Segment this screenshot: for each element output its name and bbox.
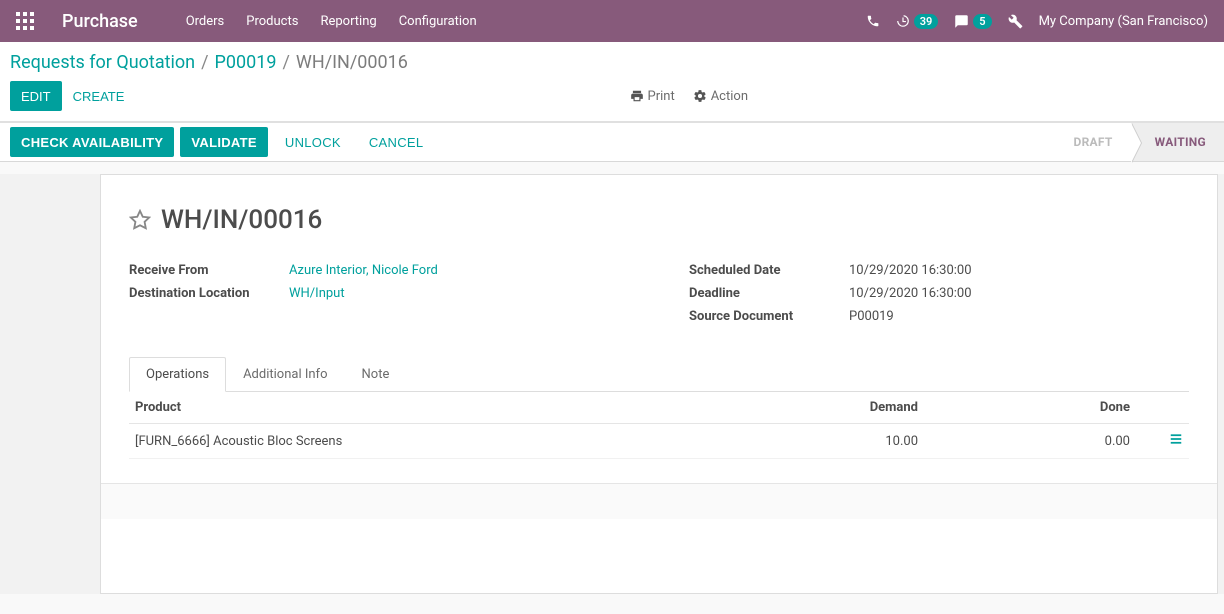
col-done: Done <box>924 392 1136 424</box>
nav-menu-products[interactable]: Products <box>246 14 298 29</box>
apps-icon[interactable] <box>16 12 34 30</box>
nav-menu: Orders Products Reporting Configuration <box>186 14 477 29</box>
breadcrumb-parent[interactable]: P00019 <box>215 52 277 73</box>
debug-icon[interactable] <box>1008 14 1023 29</box>
record-title: WH/IN/00016 <box>161 205 322 235</box>
source-document-value: P00019 <box>849 309 894 324</box>
breadcrumb-sep: / <box>282 52 289 73</box>
messages-badge: 5 <box>973 14 991 29</box>
status-step-waiting[interactable]: WAITING <box>1131 123 1224 161</box>
tab-additional-info[interactable]: Additional Info <box>226 357 344 392</box>
breadcrumb-sep: / <box>201 52 208 73</box>
destination-location-value[interactable]: WH/Input <box>289 286 345 301</box>
print-icon <box>630 89 644 103</box>
app-brand[interactable]: Purchase <box>62 11 138 32</box>
status-bar: CHECK AVAILABILITY VALIDATE UNLOCK CANCE… <box>0 122 1224 162</box>
control-panel: Requests for Quotation / P00019 / WH/IN/… <box>0 42 1224 122</box>
check-availability-button[interactable]: CHECK AVAILABILITY <box>10 127 174 157</box>
breadcrumb: Requests for Quotation / P00019 / WH/IN/… <box>10 52 1208 73</box>
nav-menu-reporting[interactable]: Reporting <box>320 14 376 29</box>
detailed-operations-icon[interactable] <box>1169 432 1183 450</box>
cell-product: [FURN_6666] Acoustic Bloc Screens <box>129 424 712 459</box>
destination-location-label: Destination Location <box>129 286 289 301</box>
status-step-draft[interactable]: DRAFT <box>1049 123 1130 161</box>
cell-done: 0.00 <box>924 424 1136 459</box>
nav-menu-configuration[interactable]: Configuration <box>399 14 477 29</box>
validate-button[interactable]: VALIDATE <box>180 127 267 157</box>
unlock-button[interactable]: UNLOCK <box>274 127 352 157</box>
favorite-star-icon[interactable] <box>129 209 151 231</box>
notebook-tabs: Operations Additional Info Note <box>129 356 1189 392</box>
phone-icon[interactable] <box>866 14 880 28</box>
cell-demand: 10.00 <box>712 424 924 459</box>
gear-icon <box>693 89 707 103</box>
receive-from-label: Receive From <box>129 263 289 278</box>
col-product: Product <box>129 392 712 424</box>
table-row[interactable]: [FURN_6666] Acoustic Bloc Screens 10.00 … <box>129 424 1189 459</box>
main-navbar: Purchase Orders Products Reporting Confi… <box>0 0 1224 42</box>
action-label: Action <box>711 89 748 104</box>
scheduled-date-value: 10/29/2020 16:30:00 <box>849 263 972 278</box>
tab-operations[interactable]: Operations <box>129 357 226 392</box>
cancel-button[interactable]: CANCEL <box>358 127 435 157</box>
breadcrumb-root[interactable]: Requests for Quotation <box>10 52 195 73</box>
breadcrumb-current: WH/IN/00016 <box>296 52 408 73</box>
activity-icon[interactable]: 39 <box>896 14 939 29</box>
source-document-label: Source Document <box>689 309 849 324</box>
activity-badge: 39 <box>914 14 939 29</box>
receive-from-value[interactable]: Azure Interior, Nicole Ford <box>289 263 438 278</box>
nav-right: 39 5 My Company (San Francisco) <box>866 14 1208 29</box>
print-button[interactable]: Print <box>630 89 675 104</box>
status-steps: DRAFT WAITING <box>1049 123 1224 161</box>
operations-table: Product Demand Done [FURN_6666] Acoustic… <box>129 392 1189 459</box>
print-label: Print <box>648 89 675 104</box>
col-demand: Demand <box>712 392 924 424</box>
company-selector[interactable]: My Company (San Francisco) <box>1039 14 1208 29</box>
create-button[interactable]: CREATE <box>62 81 136 111</box>
content-wrap: WH/IN/00016 Receive From Azure Interior,… <box>0 174 1224 594</box>
deadline-label: Deadline <box>689 286 849 301</box>
nav-menu-orders[interactable]: Orders <box>186 14 225 29</box>
scheduled-date-label: Scheduled Date <box>689 263 849 278</box>
form-sheet: WH/IN/00016 Receive From Azure Interior,… <box>100 174 1218 594</box>
action-button[interactable]: Action <box>693 89 748 104</box>
deadline-value: 10/29/2020 16:30:00 <box>849 286 972 301</box>
tab-note[interactable]: Note <box>345 357 407 392</box>
sheet-footer <box>101 483 1217 519</box>
edit-button[interactable]: EDIT <box>10 81 62 111</box>
messages-icon[interactable]: 5 <box>954 14 991 29</box>
